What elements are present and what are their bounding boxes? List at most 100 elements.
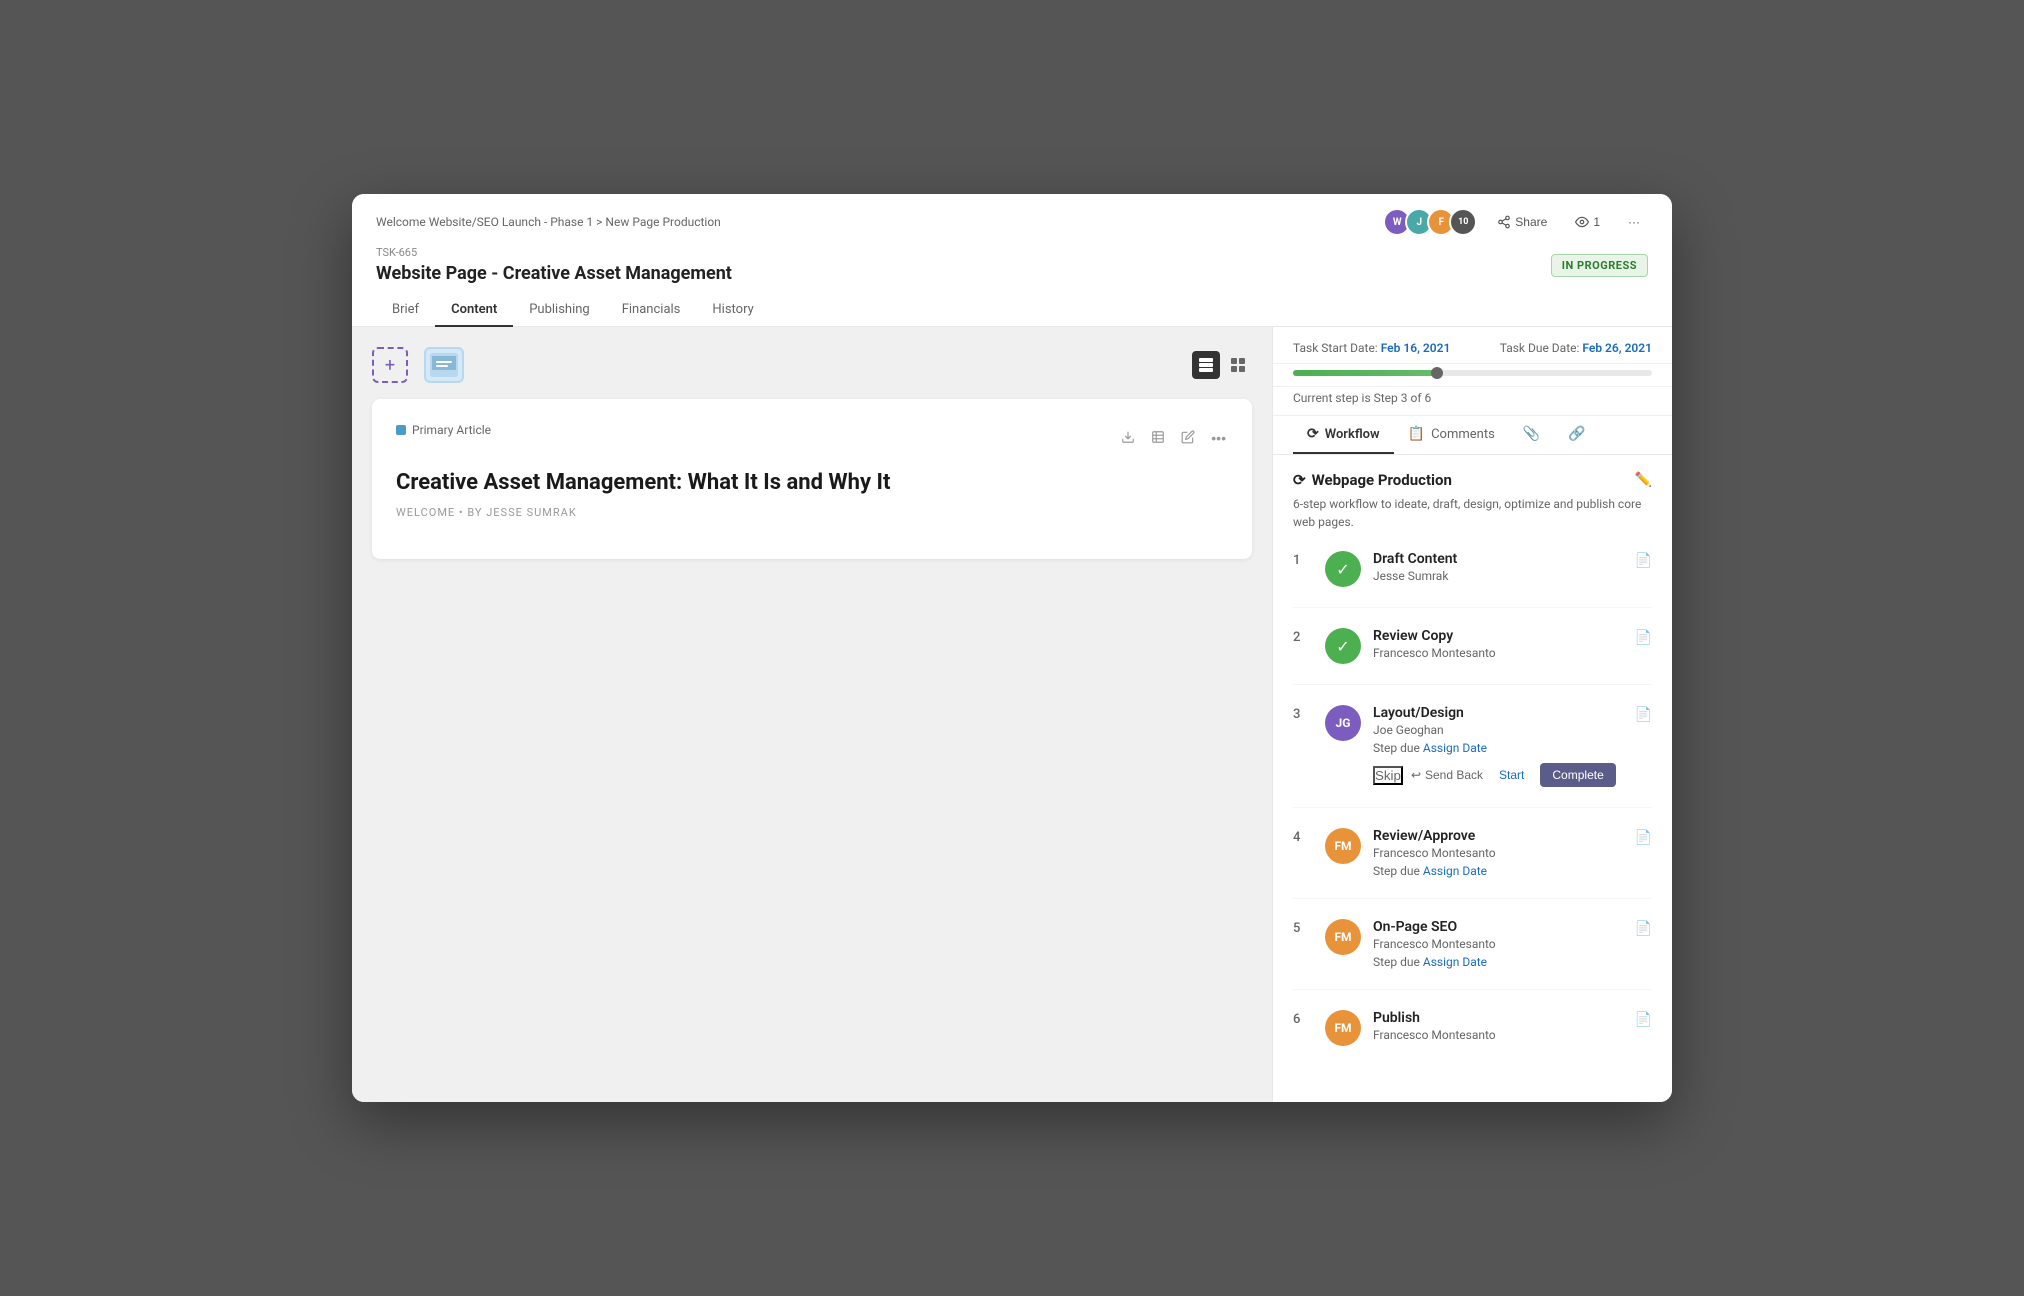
view-toggle bbox=[1192, 351, 1252, 379]
more-menu-button[interactable]: ··· bbox=[1620, 211, 1648, 233]
workflow-tab-label: Workflow bbox=[1325, 427, 1380, 442]
panel-tabs: ⟳ Workflow 📋 Comments 📎 🔗 bbox=[1273, 416, 1672, 455]
step-3-sendback-button[interactable]: ↩ Send Back bbox=[1411, 768, 1483, 782]
step-6-doc-icon[interactable]: 📄 bbox=[1635, 1010, 1652, 1028]
more-options-icon[interactable]: ••• bbox=[1209, 428, 1228, 448]
step-6-avatar: FM bbox=[1325, 1010, 1361, 1046]
step-4-doc-icon[interactable]: 📄 bbox=[1635, 828, 1652, 846]
tab-attach[interactable]: 📎 bbox=[1509, 416, 1554, 454]
document-icon[interactable] bbox=[1149, 428, 1167, 449]
grid-view-button[interactable] bbox=[1224, 351, 1252, 379]
workflow-title: ⟳ Webpage Production bbox=[1293, 471, 1452, 489]
view-count: 1 bbox=[1593, 215, 1600, 229]
step-1-assignee: Jesse Sumrak bbox=[1373, 569, 1623, 583]
download-icon[interactable] bbox=[1119, 428, 1137, 449]
article-card: Primary Article ••• bbox=[372, 399, 1252, 559]
step-6-name: Publish bbox=[1373, 1010, 1623, 1026]
breadcrumb: Welcome Website/SEO Launch - Phase 1 > N… bbox=[376, 215, 721, 229]
comments-tab-label: Comments bbox=[1431, 427, 1495, 442]
step-3-assign-date[interactable]: Assign Date bbox=[1423, 741, 1487, 755]
step-3-avatar: JG bbox=[1325, 705, 1361, 741]
workflow-description: 6-step workflow to ideate, draft, design… bbox=[1293, 495, 1652, 531]
left-panel: + bbox=[352, 327, 1272, 1102]
list-view-button[interactable] bbox=[1192, 351, 1220, 379]
step-5-avatar: FM bbox=[1325, 919, 1361, 955]
step-2-check: ✓ bbox=[1325, 628, 1361, 664]
step-4-name: Review/Approve bbox=[1373, 828, 1623, 844]
tab-financials[interactable]: Financials bbox=[606, 294, 697, 327]
step-1-check: ✓ bbox=[1325, 551, 1361, 587]
step-3-start-button[interactable]: Start bbox=[1491, 763, 1532, 787]
more-dots: ··· bbox=[1628, 215, 1640, 229]
workflow-content: ⟳ Webpage Production ✏️ 6-step workflow … bbox=[1273, 455, 1672, 1102]
step-5-doc-icon[interactable]: 📄 bbox=[1635, 919, 1652, 937]
step-1-name: Draft Content bbox=[1373, 551, 1623, 567]
view-count-button[interactable]: 1 bbox=[1567, 211, 1608, 233]
step-3-due: Step due Assign Date bbox=[1373, 741, 1623, 755]
workflow-step-3: 3 JG Layout/Design Joe Geoghan Step due … bbox=[1293, 705, 1652, 808]
progress-bar-container bbox=[1273, 364, 1672, 387]
step-5-name: On-Page SEO bbox=[1373, 919, 1623, 935]
step-4-avatar: FM bbox=[1325, 828, 1361, 864]
step-1-doc-icon[interactable]: 📄 bbox=[1635, 551, 1652, 569]
avatar-group: W J F 10 bbox=[1383, 208, 1477, 236]
right-panel: Task Start Date: Feb 16, 2021 Task Due D… bbox=[1272, 327, 1672, 1102]
workflow-step-5: 5 FM On-Page SEO Francesco Montesanto St… bbox=[1293, 919, 1652, 990]
step-5-assignee: Francesco Montesanto bbox=[1373, 937, 1623, 951]
main-tabs: Brief Content Publishing Financials Hist… bbox=[376, 294, 1648, 326]
step-3-name: Layout/Design bbox=[1373, 705, 1623, 721]
workflow-step-2: 2 ✓ Review Copy Francesco Montesanto 📄 bbox=[1293, 628, 1652, 685]
due-date: Task Due Date: Feb 26, 2021 bbox=[1500, 341, 1652, 355]
step-3-complete-button[interactable]: Complete bbox=[1540, 763, 1615, 787]
add-asset-button[interactable]: + bbox=[372, 347, 408, 383]
progress-bar bbox=[1293, 370, 1652, 376]
step-4-assign-date[interactable]: Assign Date bbox=[1423, 864, 1487, 878]
workflow-edit-button[interactable]: ✏️ bbox=[1635, 471, 1652, 488]
workflow-step-4: 4 FM Review/Approve Francesco Montesanto… bbox=[1293, 828, 1652, 899]
tab-content[interactable]: Content bbox=[435, 294, 513, 327]
step-3-assignee: Joe Geoghan bbox=[1373, 723, 1623, 737]
step-3-doc-icon[interactable]: 📄 bbox=[1635, 705, 1652, 723]
task-id: TSK-665 bbox=[376, 246, 732, 259]
step-number-2: 2 bbox=[1293, 628, 1313, 645]
step-5-due: Step due Assign Date bbox=[1373, 955, 1623, 969]
step-4-due: Step due Assign Date bbox=[1373, 864, 1623, 878]
share-button[interactable]: Share bbox=[1489, 211, 1555, 233]
step-2-name: Review Copy bbox=[1373, 628, 1623, 644]
status-badge: IN PROGRESS bbox=[1551, 254, 1648, 277]
article-byline: WELCOME • BY JESSE SUMRAK bbox=[396, 506, 1228, 519]
sendback-icon: ↩ bbox=[1411, 768, 1421, 782]
task-title: Website Page - Creative Asset Management bbox=[376, 263, 732, 284]
article-label: Primary Article bbox=[396, 423, 491, 437]
step-info: Current step is Step 3 of 6 bbox=[1273, 387, 1672, 416]
step-number-6: 6 bbox=[1293, 1010, 1313, 1027]
tab-brief[interactable]: Brief bbox=[376, 294, 435, 327]
asset-thumbnail[interactable] bbox=[424, 347, 464, 383]
step-number-4: 4 bbox=[1293, 828, 1313, 845]
share-label: Share bbox=[1515, 215, 1547, 229]
tab-publishing[interactable]: Publishing bbox=[513, 294, 606, 327]
tab-link[interactable]: 🔗 bbox=[1554, 416, 1599, 454]
header-actions: W J F 10 Share 1 ··· bbox=[1383, 208, 1648, 236]
label-dot bbox=[396, 425, 406, 435]
workflow-step-1: 1 ✓ Draft Content Jesse Sumrak 📄 bbox=[1293, 551, 1652, 608]
step-3-skip-button[interactable]: Skip bbox=[1373, 766, 1403, 785]
edit-icon[interactable] bbox=[1179, 428, 1197, 449]
dates-row: Task Start Date: Feb 16, 2021 Task Due D… bbox=[1273, 327, 1672, 364]
article-label-text: Primary Article bbox=[412, 423, 491, 437]
comments-icon: 📋 bbox=[1408, 426, 1425, 442]
tab-workflow[interactable]: ⟳ Workflow bbox=[1293, 416, 1394, 454]
avatar-count: 10 bbox=[1449, 208, 1477, 236]
tab-history[interactable]: History bbox=[696, 294, 769, 327]
step-6-assignee: Francesco Montesanto bbox=[1373, 1028, 1623, 1042]
progress-fill bbox=[1293, 370, 1437, 376]
tab-comments[interactable]: 📋 Comments bbox=[1394, 416, 1509, 454]
step-number-3: 3 bbox=[1293, 705, 1313, 722]
asset-toolbar: + bbox=[372, 347, 464, 383]
attach-icon: 📎 bbox=[1523, 426, 1540, 442]
workflow-step-6: 6 FM Publish Francesco Montesanto 📄 bbox=[1293, 1010, 1652, 1066]
step-5-assign-date[interactable]: Assign Date bbox=[1423, 955, 1487, 969]
article-title: Creative Asset Management: What It Is an… bbox=[396, 469, 1228, 498]
step-2-doc-icon[interactable]: 📄 bbox=[1635, 628, 1652, 646]
step-3-actions: Skip ↩ Send Back Start Complete bbox=[1373, 763, 1623, 787]
